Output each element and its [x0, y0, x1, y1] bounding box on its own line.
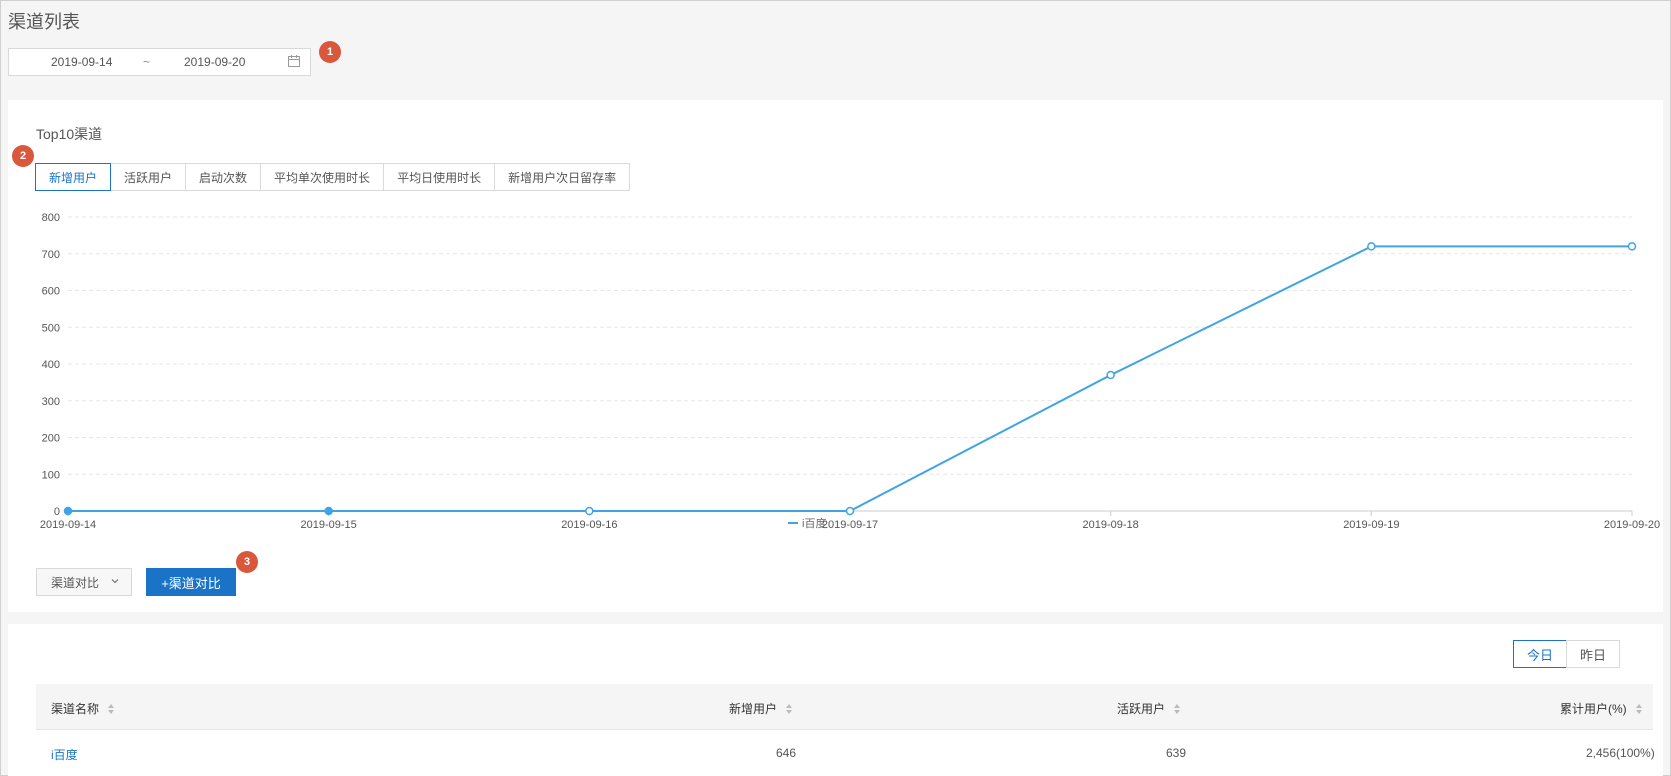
data-point: [63, 506, 73, 516]
today-button[interactable]: 今日: [1513, 640, 1567, 668]
x-tick-label: 2019-09-19: [1343, 519, 1399, 531]
yesterday-button[interactable]: 昨日: [1566, 640, 1620, 668]
tab-new-users[interactable]: 新增用户: [35, 163, 112, 191]
legend-label: i百度: [802, 516, 826, 530]
sort-icon[interactable]: [785, 703, 793, 715]
tab-avg-daily-duration[interactable]: 平均日使用时长: [383, 163, 496, 191]
column-header-channel[interactable]: 渠道名称: [51, 700, 115, 717]
y-tick-label: 600: [42, 286, 60, 298]
column-header-total-users[interactable]: 累计用户(%): [1560, 700, 1643, 717]
annotation-badge-2: 2: [12, 145, 34, 167]
x-tick-label: 2019-09-17: [822, 519, 878, 531]
y-tick-label: 100: [42, 469, 60, 481]
cell-active-users: 639: [1166, 746, 1187, 760]
channel-compare-select[interactable]: 渠道对比: [36, 568, 132, 596]
series-line: [68, 245, 1632, 512]
metric-tabs: 新增用户 活跃用户 启动次数 平均单次使用时长 平均日使用时长 新增用户次日留存…: [35, 163, 631, 191]
y-tick-label: 200: [42, 433, 60, 445]
chevron-down-icon: [111, 579, 119, 584]
tab-next-day-retention[interactable]: 新增用户次日留存率: [494, 163, 631, 191]
data-point: [845, 506, 855, 516]
tab-launches[interactable]: 启动次数: [185, 163, 262, 191]
annotation-badge-3: 3: [236, 551, 258, 573]
date-range-picker[interactable]: 2019-09-14 ~ 2019-09-20: [8, 48, 311, 76]
x-tick-label: 2019-09-20: [1604, 519, 1660, 531]
cell-new-users: 646: [776, 746, 797, 760]
x-tick-label: 2019-09-16: [561, 519, 617, 531]
data-point: [1627, 242, 1637, 251]
column-header-new-users[interactable]: 新增用户: [729, 700, 793, 717]
sort-icon[interactable]: [107, 703, 115, 715]
page-title: 渠道列表: [8, 12, 80, 32]
line-chart: 0 100 200 300 400 500 600 700 800 2019-09-14 2019-…: [40, 212, 1660, 531]
y-tick-label: 800: [42, 212, 60, 224]
table-header: 渠道名称 新增用户 活跃用户 累计用户(%): [36, 684, 1653, 730]
y-tick-label: 300: [42, 396, 60, 408]
x-tick-label: 2019-09-15: [301, 519, 357, 531]
x-tick-label: 2019-09-14: [40, 519, 96, 531]
calendar-icon[interactable]: [288, 55, 300, 67]
x-tick-label: 2019-09-18: [1083, 519, 1139, 531]
data-point: [1106, 370, 1115, 380]
data-point: [1367, 242, 1376, 251]
cell-total-users: 2,456(100%): [1586, 746, 1655, 760]
start-date[interactable]: 2019-09-14: [51, 55, 112, 69]
y-tick-label: 700: [42, 249, 60, 261]
sort-icon[interactable]: [1635, 703, 1643, 715]
data-point: [324, 506, 333, 516]
day-toggle: 今日 昨日: [1513, 640, 1620, 668]
compare-select-label: 渠道对比: [51, 575, 100, 590]
table-row: i百度 646 639 2,456(100%): [36, 731, 1655, 776]
y-tick-label: 0: [54, 506, 60, 518]
y-tick-label: 400: [42, 359, 60, 371]
sort-icon[interactable]: [1173, 703, 1181, 715]
tab-active-users[interactable]: 活跃用户: [110, 163, 187, 191]
data-point: [585, 506, 594, 516]
end-date[interactable]: 2019-09-20: [184, 55, 245, 69]
section-title: Top10渠道: [36, 126, 103, 142]
date-separator: ~: [143, 55, 151, 69]
y-tick-label: 500: [42, 322, 60, 334]
add-channel-compare-button[interactable]: +渠道对比: [146, 568, 236, 596]
tab-avg-session-duration[interactable]: 平均单次使用时长: [260, 163, 385, 191]
column-header-active-users[interactable]: 活跃用户: [1117, 700, 1181, 717]
annotation-badge-1: 1: [319, 41, 341, 63]
channel-name-link[interactable]: i百度: [51, 746, 78, 763]
